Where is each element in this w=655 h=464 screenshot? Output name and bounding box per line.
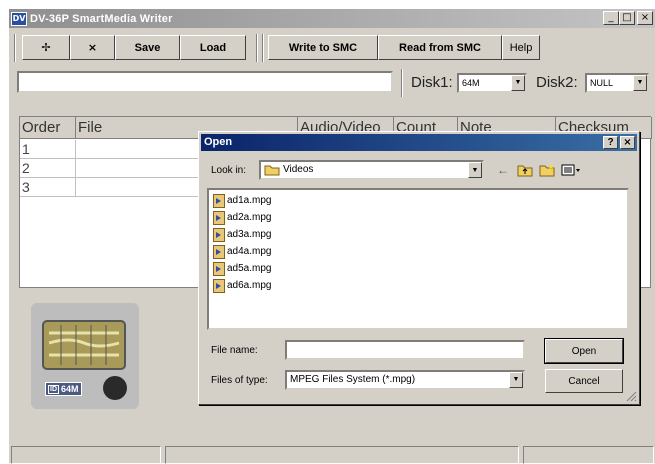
app-icon: DV (11, 11, 27, 26)
title-bar: DV DV-36P SmartMedia Writer _ □ × (9, 9, 655, 28)
card-capacity-badge: ID 64M (45, 382, 82, 396)
file-item[interactable]: ad1a.mpg (213, 192, 271, 209)
mpg-file-icon (213, 210, 225, 225)
window-title: DV-36P SmartMedia Writer (30, 12, 173, 25)
chevron-down-icon[interactable]: ▼ (468, 162, 482, 178)
toolbar: ✢ × Save Load Write to SMC Read from SMC… (12, 32, 572, 64)
folder-icon (264, 165, 280, 176)
toolbar-separator (14, 34, 16, 62)
up-folder-icon[interactable] (517, 163, 533, 177)
toolbar-separator (262, 34, 264, 62)
resize-grip-icon[interactable] (625, 390, 637, 402)
file-name: ad5a.mpg (227, 263, 272, 274)
save-button[interactable]: Save (115, 35, 180, 60)
open-button[interactable]: Open (544, 338, 624, 364)
disk1-select[interactable]: 64M ▼ (457, 73, 527, 93)
path-field[interactable] (17, 71, 393, 93)
disk2-value: NULL (590, 78, 614, 88)
file-list: ad1a.mpg ad2a.mpg ad3a.mpg ad4a.mpg ad5a… (207, 188, 629, 330)
close-icon[interactable]: × (620, 136, 635, 149)
close-button[interactable]: × (637, 11, 653, 25)
status-cell (523, 446, 654, 464)
look-in-value: Videos (283, 164, 314, 175)
file-item[interactable]: ad5a.mpg (213, 260, 271, 277)
file-name: ad2a.mpg (227, 212, 272, 223)
separator (401, 69, 403, 97)
file-item[interactable]: ad4a.mpg (213, 243, 271, 260)
help-icon[interactable]: ? (603, 136, 618, 149)
file-item[interactable]: ad2a.mpg (213, 209, 271, 226)
file-name-input[interactable] (285, 340, 525, 360)
files-of-type-select[interactable]: MPEG Files System (*.mpg) ▼ (285, 370, 525, 390)
mpg-file-icon (213, 193, 225, 208)
status-bar (9, 446, 655, 464)
chevron-down-icon[interactable]: ▼ (511, 75, 525, 91)
disk2-select[interactable]: NULL ▼ (585, 73, 649, 93)
files-of-type-label: Files of type: (211, 375, 268, 386)
file-name-label: File name: (211, 345, 258, 356)
look-in-label: Look in: (211, 165, 247, 176)
toolbar-separator (256, 34, 258, 62)
help-button[interactable]: Help (502, 35, 540, 60)
remove-button[interactable]: × (70, 35, 115, 60)
card-capacity: 64M (61, 384, 79, 394)
dialog-title-bar: Open ? × (201, 134, 637, 151)
disk1-value: 64M (462, 78, 480, 88)
new-folder-icon[interactable] (539, 163, 555, 177)
card-id-label: ID (48, 384, 59, 394)
add-button[interactable]: ✢ (22, 35, 70, 60)
mpg-file-icon (213, 227, 225, 242)
disk2-label: Disk2: (536, 74, 578, 91)
cancel-button[interactable]: Cancel (545, 369, 623, 393)
smartmedia-card-image: ID 64M (31, 303, 139, 409)
status-cell (165, 446, 519, 464)
read-from-smc-button[interactable]: Read from SMC (378, 35, 502, 60)
files-of-type-value: MPEG Files System (*.mpg) (290, 374, 416, 385)
row-order: 2 (22, 160, 30, 176)
back-icon[interactable]: ← (495, 163, 511, 177)
write-to-smc-button[interactable]: Write to SMC (268, 35, 378, 60)
minimize-button[interactable]: _ (603, 11, 619, 25)
column-header-order[interactable]: Order (20, 117, 76, 139)
look-in-select[interactable]: Videos ▼ (259, 160, 484, 180)
chevron-down-icon[interactable]: ▼ (509, 372, 523, 388)
view-menu-icon[interactable] (561, 163, 583, 177)
mpg-file-icon (213, 261, 225, 276)
row-order: 3 (22, 179, 30, 195)
load-button[interactable]: Load (180, 35, 246, 60)
dialog-title: Open (204, 136, 233, 148)
open-dialog: Open ? × Look in: Videos ▼ ← ad1a.mpg ad… (198, 131, 640, 405)
disk1-label: Disk1: (411, 74, 453, 91)
file-name: ad4a.mpg (227, 246, 272, 257)
mpg-file-icon (213, 278, 225, 293)
file-name: ad6a.mpg (227, 280, 272, 291)
maximize-button[interactable]: □ (619, 11, 635, 25)
file-item[interactable]: ad6a.mpg (213, 277, 271, 294)
row-order: 1 (22, 141, 30, 157)
chevron-down-icon[interactable]: ▼ (633, 75, 647, 91)
file-item[interactable]: ad3a.mpg (213, 226, 271, 243)
file-name: ad1a.mpg (227, 195, 272, 206)
mpg-file-icon (213, 244, 225, 259)
status-cell (11, 446, 161, 464)
file-name: ad3a.mpg (227, 229, 272, 240)
